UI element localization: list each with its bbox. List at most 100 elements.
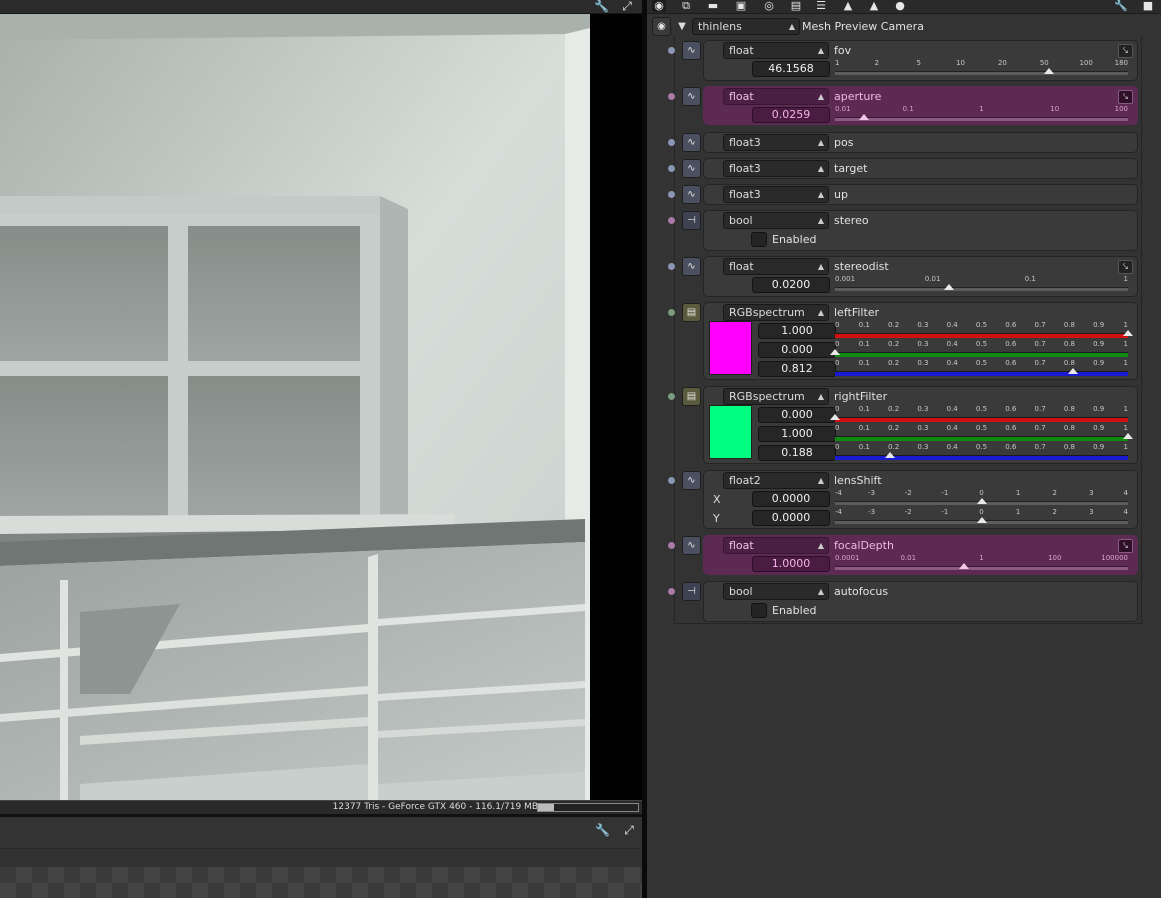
float3-node-icon[interactable]: ∿ [682,185,701,204]
float-node-icon[interactable]: ∿ [682,536,701,555]
slider-thumb[interactable] [958,563,969,569]
wrench-icon[interactable]: 🔧 [594,0,609,13]
y-value-field[interactable]: 0.0000 [752,510,830,526]
image-icon[interactable]: ▣ [734,0,748,12]
color-swatch[interactable] [709,321,752,375]
bar-icon[interactable]: ▤ [789,0,803,12]
enabled-checkbox[interactable] [751,603,767,618]
wrench-icon[interactable]: 🔧 [1114,0,1128,12]
input-pin-icon[interactable] [668,309,675,316]
type-select[interactable]: float3 ▲ [723,186,829,203]
slider-thumb[interactable] [859,114,870,120]
input-pin-icon[interactable] [668,393,675,400]
red-channel-slider[interactable]: 0 0.1 0.2 0.3 0.4 0.5 0.6 0.7 0.8 0.9 1 [835,321,1133,339]
type-select[interactable]: float3 ▲ [723,160,829,177]
render-icon[interactable]: ● [893,0,907,12]
bool-node-icon[interactable]: ⊣ [682,582,701,601]
float-node-icon[interactable]: ∿ [682,257,701,276]
copy-icon[interactable]: ⧉ [679,0,693,12]
color-swatch[interactable] [709,405,752,459]
type-select[interactable]: float ▲ [723,537,829,554]
y-slider[interactable]: -4 -3 -2 -1 0 1 2 3 4 [835,508,1128,526]
slider-thumb[interactable] [944,284,955,290]
input-pin-icon[interactable] [668,477,675,484]
red-value-field[interactable]: 1.000 [758,323,836,339]
curve-toggle-icon[interactable]: ⤥ [1118,44,1133,58]
input-pin-icon[interactable] [668,542,675,549]
blue-value-field[interactable]: 0.188 [758,445,836,461]
value-field[interactable]: 0.0259 [752,107,830,123]
blue-value-field[interactable]: 0.812 [758,361,836,377]
type-select[interactable]: float3 ▲ [723,134,829,151]
green-value-field[interactable]: 1.000 [758,426,836,442]
blue-channel-slider[interactable]: 0 0.1 0.2 0.3 0.4 0.5 0.6 0.7 0.8 0.9 1 [835,359,1128,377]
curve-toggle-icon[interactable]: ⤥ [1118,90,1133,104]
x-slider[interactable]: -4 -3 -2 -1 0 1 2 3 4 [835,489,1128,507]
slider-thumb[interactable] [830,414,840,420]
mountain-icon[interactable]: ▲ [841,0,855,12]
slider-thumb[interactable] [976,517,987,523]
layers-icon[interactable]: ☰ [814,0,828,12]
log-slider[interactable]: 0.0001 0.01 1 100 100000 [835,554,1128,572]
type-select[interactable]: bool ▲ [723,583,829,600]
camera-type-select[interactable]: thinlens ▲ [692,18,800,35]
curve-toggle-icon[interactable]: ⤥ [1118,539,1133,553]
enabled-checkbox[interactable] [751,232,767,247]
input-pin-icon[interactable] [668,165,675,172]
type-select[interactable]: float ▲ [723,88,829,105]
green-value-field[interactable]: 0.000 [758,342,836,358]
red-channel-slider[interactable]: 0 0.1 0.2 0.3 0.4 0.5 0.6 0.7 0.8 0.9 1 [830,405,1128,423]
slider-thumb[interactable] [830,349,840,355]
camera-icon[interactable]: ◉ [652,0,666,12]
wrench-icon[interactable]: 🔧 [595,824,610,837]
type-select[interactable]: bool ▲ [723,212,829,229]
float3-node-icon[interactable]: ∿ [682,133,701,152]
slider-thumb[interactable] [1067,368,1078,374]
type-select[interactable]: RGBspectrum ▲ [723,304,829,321]
curve-toggle-icon[interactable]: ⤥ [1118,260,1133,274]
type-select[interactable]: float ▲ [723,42,829,59]
camera-node-icon[interactable]: ◉ [652,17,671,36]
float-node-icon[interactable]: ∿ [682,87,701,106]
type-select[interactable]: float ▲ [723,258,829,275]
value-field[interactable]: 46.1568 [752,61,830,77]
slider-thumb[interactable] [885,452,896,458]
x-value-field[interactable]: 0.0000 [752,491,830,507]
input-pin-icon[interactable] [668,217,675,224]
value-field[interactable]: 0.0200 [752,277,830,293]
log-slider[interactable]: 0.001 0.01 0.1 1 [835,275,1128,293]
fullscreen-icon[interactable]: ⤢ [620,0,634,13]
type-select[interactable]: RGBspectrum ▲ [723,388,829,405]
slider-thumb[interactable] [1123,330,1133,336]
input-pin-icon[interactable] [668,47,675,54]
rgbspectrum-node-icon[interactable]: ▤ [682,387,701,406]
value-field[interactable]: 1.0000 [752,556,830,572]
pin-icon[interactable]: ■ [1141,0,1155,12]
expand-icon[interactable]: ▲ [867,0,881,12]
input-pin-icon[interactable] [668,139,675,146]
minus-icon[interactable]: ▬ [706,0,720,12]
log-slider[interactable]: 0.01 0.1 1 10 100 [835,105,1128,123]
input-pin-icon[interactable] [668,93,675,100]
bool-node-icon[interactable]: ⊣ [682,211,701,230]
fullscreen-icon[interactable]: ⤢ [622,824,636,837]
type-select[interactable]: float2 ▲ [723,472,829,489]
green-channel-slider[interactable]: 0 0.1 0.2 0.3 0.4 0.5 0.6 0.7 0.8 0.9 1 [835,424,1133,442]
slider-thumb[interactable] [976,498,987,504]
render-viewport[interactable]: 🔧 ⤢ 12377 Tris - GeForce GTX 460 - 116.1… [0,0,644,898]
collapse-arrow-icon[interactable]: ▼ [677,20,687,34]
rgbspectrum-node-icon[interactable]: ▤ [682,303,701,322]
float3-node-icon[interactable]: ∿ [682,159,701,178]
float-node-icon[interactable]: ∿ [682,41,701,60]
log-slider[interactable]: 1 2 5 10 20 50 100 180 [835,59,1128,77]
blue-channel-slider[interactable]: 0 0.1 0.2 0.3 0.4 0.5 0.6 0.7 0.8 0.9 1 [835,443,1128,461]
film-icon[interactable]: ◎ [762,0,776,12]
red-value-field[interactable]: 0.000 [758,407,836,423]
input-pin-icon[interactable] [668,191,675,198]
slider-thumb[interactable] [1123,433,1133,439]
slider-thumb[interactable] [1043,68,1054,74]
green-channel-slider[interactable]: 0 0.1 0.2 0.3 0.4 0.5 0.6 0.7 0.8 0.9 1 [830,340,1128,358]
input-pin-icon[interactable] [668,263,675,270]
float2-node-icon[interactable]: ∿ [682,471,701,490]
input-pin-icon[interactable] [668,588,675,595]
